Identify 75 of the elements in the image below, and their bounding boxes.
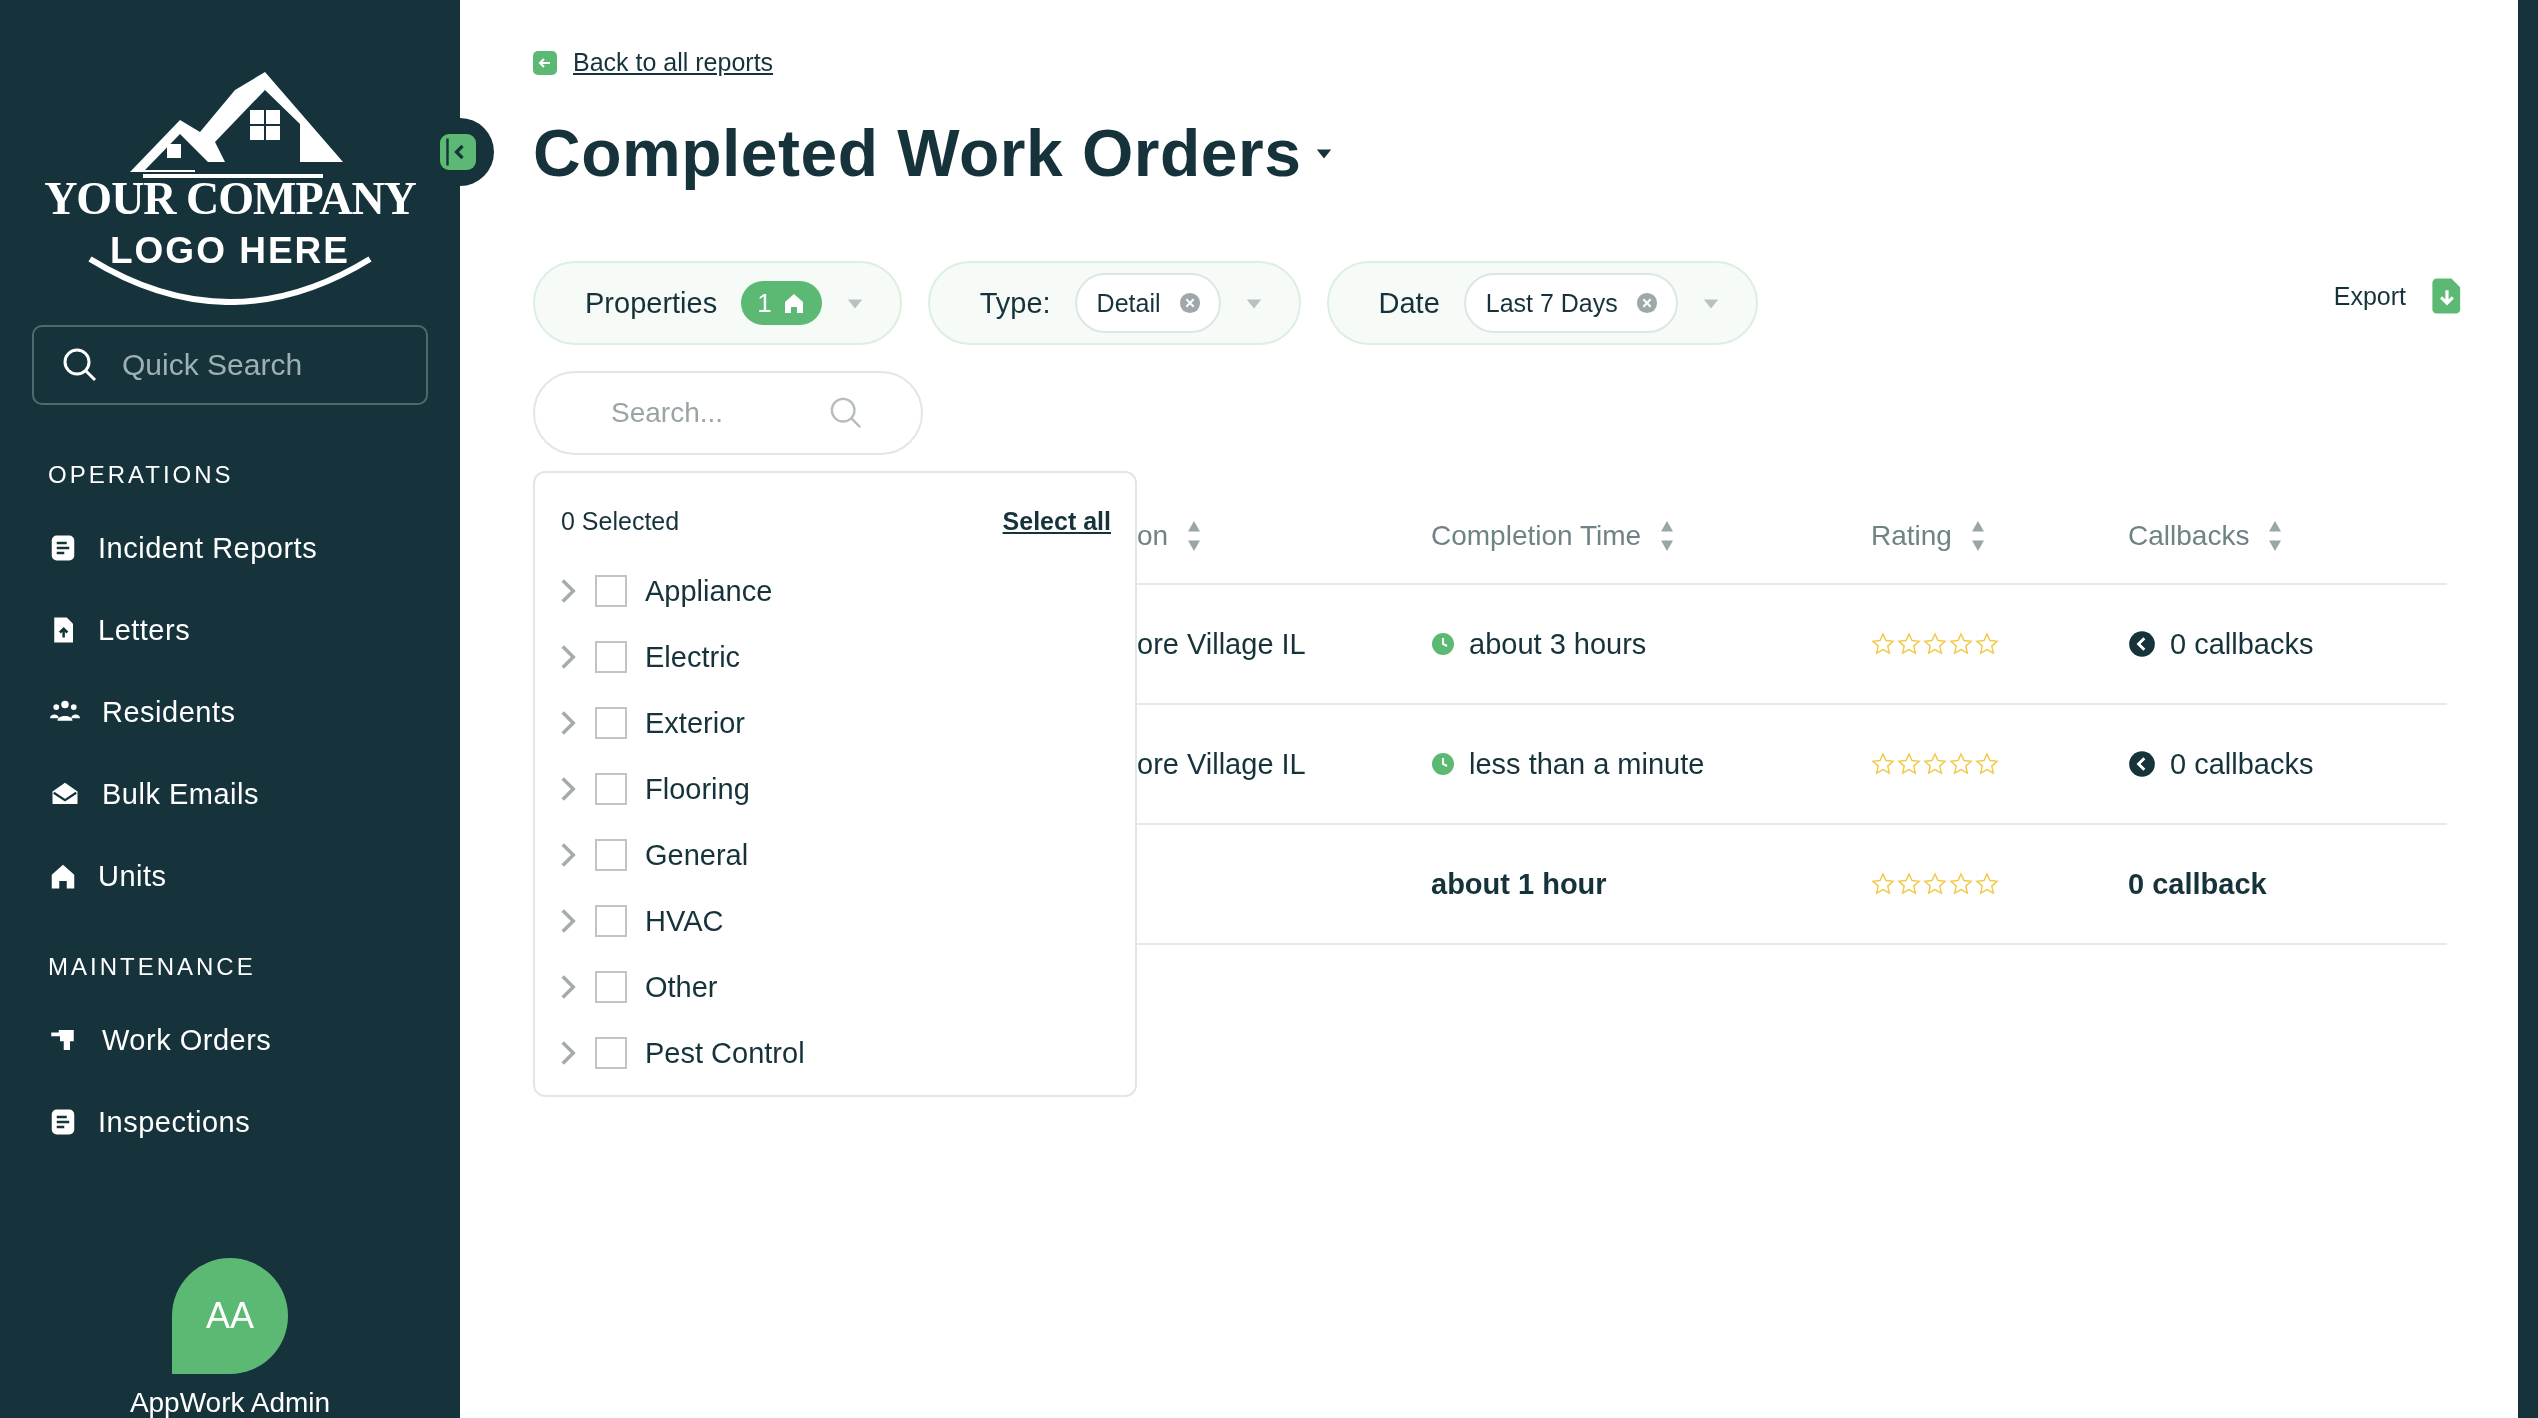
- quick-search-field[interactable]: Quick Search: [32, 325, 428, 405]
- checkbox[interactable]: [595, 707, 627, 739]
- clock-icon: [1431, 632, 1455, 656]
- expand-chevron-icon[interactable]: [559, 709, 577, 737]
- option-label: Other: [645, 970, 718, 1004]
- completion-time: about 1 hour: [1431, 867, 1607, 901]
- clear-icon: [1635, 292, 1658, 314]
- back-circle-icon: [2128, 630, 2156, 658]
- filter-label: Properties: [585, 286, 718, 320]
- search-field[interactable]: Search...: [533, 371, 923, 455]
- nav-item[interactable]: Residents: [32, 671, 428, 753]
- nav-item[interactable]: Inspections: [32, 1081, 428, 1163]
- filter-chip[interactable]: Detail: [1074, 273, 1221, 333]
- checkbox[interactable]: [595, 971, 627, 1003]
- option-label: Electric: [645, 640, 741, 674]
- filter-chip[interactable]: Last 7 Days: [1463, 273, 1678, 333]
- nav-item[interactable]: Work Orders: [32, 999, 428, 1081]
- filter-pill[interactable]: Date Last 7 Days: [1326, 261, 1758, 345]
- option-label: Appliance: [645, 574, 773, 608]
- search-icon: [62, 347, 98, 383]
- option-label: General: [645, 838, 749, 872]
- column-header[interactable]: Rating: [1871, 520, 1952, 552]
- option-label: Flooring: [645, 772, 750, 806]
- clock-icon: [1431, 752, 1455, 776]
- section-heading: MAINTENANCE: [48, 953, 257, 981]
- expand-chevron-icon[interactable]: [559, 907, 577, 935]
- page-title: Completed Work Orders: [533, 115, 1302, 191]
- search-icon: [829, 396, 863, 430]
- completion-time: about 3 hours: [1469, 627, 1647, 661]
- callbacks-count: 0 callback: [2128, 867, 2267, 901]
- checkbox[interactable]: [595, 641, 627, 673]
- count-badge: 1: [741, 281, 822, 325]
- filter-label: Type:: [979, 286, 1051, 320]
- filter-label: Date: [1378, 286, 1440, 320]
- export-button[interactable]: Export: [2327, 276, 2468, 316]
- file-download-icon: [2432, 277, 2462, 315]
- checkbox[interactable]: [595, 575, 627, 607]
- filter-pill[interactable]: Properties 1: [533, 261, 902, 345]
- user-name: AppWork Admin: [129, 1388, 331, 1418]
- expand-chevron-icon[interactable]: [559, 577, 577, 605]
- callbacks-count: 0 callbacks: [2170, 627, 2314, 661]
- column-header[interactable]: Callbacks: [2128, 520, 2250, 552]
- location-text: ore Village IL: [1137, 747, 1306, 781]
- clear-icon: [1178, 292, 1201, 314]
- checkbox[interactable]: [595, 773, 627, 805]
- back-link[interactable]: Back to all reports: [533, 48, 2518, 77]
- checkbox[interactable]: [595, 905, 627, 937]
- completion-time: less than a minute: [1469, 747, 1705, 781]
- selected-count: 0 Selected: [561, 507, 680, 536]
- checkbox[interactable]: [595, 839, 627, 871]
- quick-search-input[interactable]: Quick Search: [120, 347, 380, 383]
- select-all-link[interactable]: Select all: [1002, 507, 1111, 536]
- logo-text: LOGO HERE: [110, 232, 350, 269]
- filter-pill[interactable]: Type: Detail: [927, 261, 1301, 345]
- option-label: Pest Control: [645, 1036, 805, 1070]
- nav-item[interactable]: Incident Reports: [32, 507, 428, 589]
- collapse-icon: [440, 134, 476, 170]
- checkbox[interactable]: [595, 1037, 627, 1069]
- expand-chevron-icon[interactable]: [559, 973, 577, 1001]
- logo-text: YOUR COMPANY: [44, 176, 416, 222]
- expand-chevron-icon[interactable]: [559, 841, 577, 869]
- expand-chevron-icon[interactable]: [559, 1039, 577, 1067]
- section-heading: OPERATIONS: [48, 461, 235, 489]
- nav-item[interactable]: Units: [32, 835, 428, 917]
- nav-item[interactable]: Letters: [32, 589, 428, 671]
- column-header[interactable]: on: [1137, 520, 1169, 552]
- back-circle-icon: [2128, 750, 2156, 778]
- callbacks-count: 0 callbacks: [2170, 747, 2314, 781]
- nav-item[interactable]: Bulk Emails: [32, 753, 428, 835]
- option-label: Exterior: [645, 706, 745, 740]
- column-header[interactable]: Completion Time: [1431, 520, 1642, 552]
- expand-chevron-icon[interactable]: [559, 775, 577, 803]
- option-label: HVAC: [645, 904, 724, 938]
- location-text: ore Village IL: [1137, 627, 1306, 661]
- expand-chevron-icon[interactable]: [559, 643, 577, 671]
